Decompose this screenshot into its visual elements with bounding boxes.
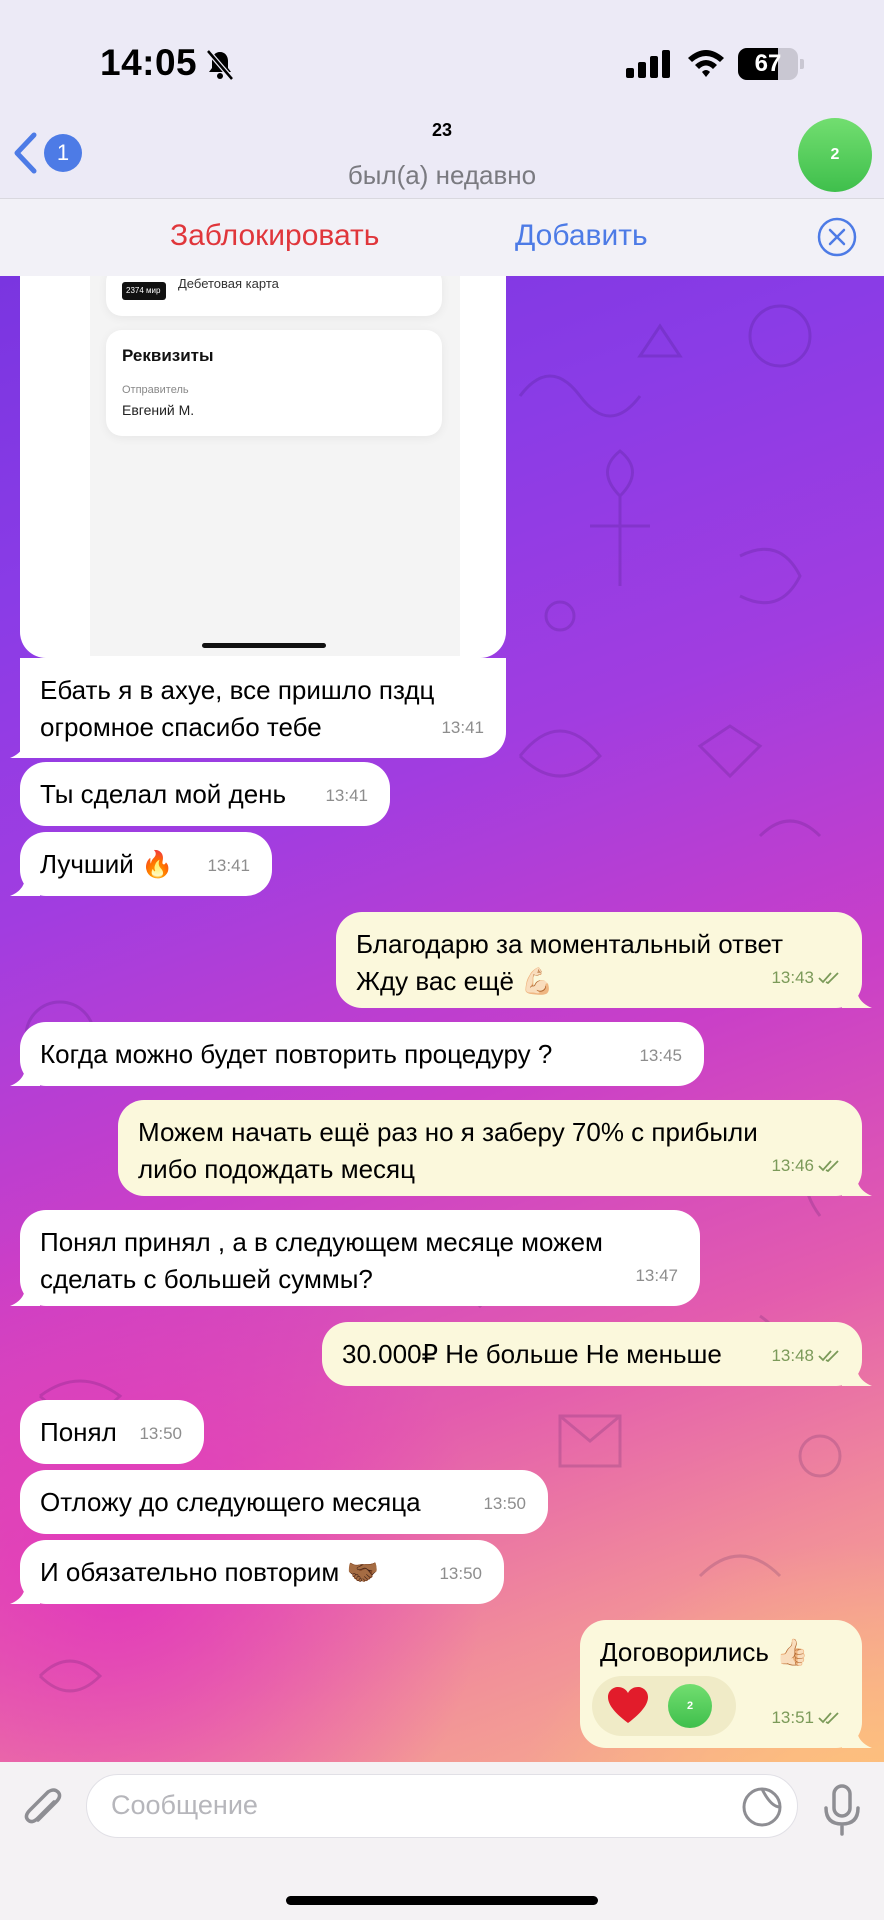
screenshot-sender-value: Евгений М. xyxy=(122,402,195,418)
screenshot-details-card: Реквизиты Отправитель Евгений М. xyxy=(106,330,442,436)
message-text: либо подождать месяц xyxy=(138,1154,416,1184)
message-text: огромное спасибо тебе xyxy=(40,712,322,742)
bubble-tail xyxy=(842,978,872,1008)
message-input-placeholder: Сообщение xyxy=(111,1790,258,1820)
message-input[interactable]: Сообщение xyxy=(86,1774,798,1838)
bubble-tail xyxy=(10,1276,40,1306)
message-text: сделать с большей суммы? xyxy=(40,1264,373,1294)
battery-percent: 67 xyxy=(754,50,782,77)
chat-last-seen: был(а) недавно xyxy=(347,160,537,190)
bell-muted-icon xyxy=(206,49,234,81)
sticker-icon[interactable] xyxy=(741,1786,783,1828)
message-time: 13:50 xyxy=(483,1494,526,1513)
message-input-bar: Сообщение xyxy=(0,1762,884,1920)
message-bubble[interactable]: Понял принял , а в следующем месяце може… xyxy=(10,1210,700,1306)
bubble-tail xyxy=(842,1356,872,1386)
message-status: 13:48 xyxy=(771,1337,840,1374)
message-time: 13:50 xyxy=(439,1564,482,1583)
message-text: Жду вас ещё 💪🏻 xyxy=(356,966,554,996)
reaction-avatar: 2 xyxy=(668,1684,712,1728)
double-check-icon xyxy=(818,1159,839,1172)
bubble-tail xyxy=(842,1718,872,1748)
message-text: Отложу до следующего месяца xyxy=(40,1487,421,1517)
message-text: Понял принял , а в следующем месяце може… xyxy=(40,1227,603,1257)
microphone-icon[interactable] xyxy=(820,1784,864,1838)
message-bubble[interactable]: Лучший 🔥 13:41 xyxy=(10,832,272,896)
clock: 14:05 xyxy=(100,42,198,83)
double-check-icon xyxy=(818,1711,839,1724)
message-bubble[interactable]: Ебать я в ахуе, все пришло пздц огромное… xyxy=(10,658,506,758)
close-icon[interactable] xyxy=(817,217,857,257)
message-time: 13:43 xyxy=(771,968,814,987)
message-bubble[interactable]: Понял 13:50 xyxy=(20,1400,204,1464)
message-status: 13:51 xyxy=(771,1699,840,1736)
screenshot-card-row: 2374 мир Дебетовая карта xyxy=(106,276,442,316)
double-check-icon xyxy=(818,971,839,984)
message-time: 13:41 xyxy=(207,856,250,875)
message-text: Когда можно будет повторить процедуру ? xyxy=(40,1039,553,1069)
bubble-tail xyxy=(10,1056,40,1086)
message-bubble[interactable]: Отложу до следующего месяца 13:50 xyxy=(20,1470,548,1534)
contact-action-bar: Заблокировать Добавить xyxy=(0,198,884,276)
message-status: 13:46 xyxy=(771,1147,840,1184)
screenshot-card-type: Дебетовая карта xyxy=(178,276,279,291)
bubble-tail xyxy=(10,866,40,896)
screenshot-sender-label: Отправитель xyxy=(122,384,189,396)
message-time: 13:48 xyxy=(771,1346,814,1365)
message-time: 13:47 xyxy=(635,1266,678,1285)
message-text: И обязательно повторим 🤝🏾 xyxy=(40,1557,379,1587)
message-bubble[interactable]: Благодарю за моментальный ответ Жду вас … xyxy=(336,912,872,1008)
message-text: Можем начать ещё раз но я заберу 70% с п… xyxy=(138,1117,758,1147)
message-text: 30.000₽ Не больше Не меньше xyxy=(342,1339,722,1369)
message-time: 13:41 xyxy=(325,786,368,805)
cellular-signal-icon xyxy=(626,50,670,78)
message-bubble[interactable]: Можем начать ещё раз но я заберу 70% с п… xyxy=(118,1100,872,1196)
message-time: 13:45 xyxy=(639,1046,682,1065)
message-time: 13:46 xyxy=(771,1156,814,1175)
message-text: Ты сделал мой день xyxy=(40,779,287,809)
contact-avatar[interactable]: 2 xyxy=(798,118,872,192)
wifi-icon xyxy=(688,50,724,77)
chat-title[interactable]: 23 xyxy=(0,120,884,141)
message-bubble[interactable]: Когда можно будет повторить процедуру ? … xyxy=(10,1022,704,1086)
block-button[interactable]: Заблокировать xyxy=(170,219,379,253)
screenshot-card-badge: 2374 мир xyxy=(122,282,166,300)
screenshot-details-title: Реквизиты xyxy=(122,346,214,365)
message-status: 13:43 xyxy=(771,959,840,996)
bubble-tail xyxy=(10,1574,40,1604)
bubble-tail xyxy=(842,1166,872,1196)
home-indicator xyxy=(286,1896,598,1905)
message-text: Благодарю за моментальный ответ xyxy=(356,929,784,959)
screenshot-home-indicator xyxy=(202,643,326,648)
message-time: 13:41 xyxy=(441,718,484,737)
screenshot-image-message[interactable]: 2374 мир Дебетовая карта Реквизиты Отпра… xyxy=(20,276,506,658)
message-time: 13:51 xyxy=(771,1708,814,1727)
double-check-icon xyxy=(818,1349,839,1362)
message-time: 13:50 xyxy=(139,1424,182,1443)
message-bubble[interactable]: И обязательно повторим 🤝🏾 13:50 xyxy=(10,1540,504,1604)
message-reaction[interactable]: 2 xyxy=(592,1676,736,1736)
bubble-tail xyxy=(10,728,40,758)
message-bubble[interactable]: Ты сделал мой день 13:41 xyxy=(20,762,390,826)
battery-indicator: 67 xyxy=(738,48,804,80)
paperclip-icon[interactable] xyxy=(18,1784,68,1834)
chat-header: 1 23 был(а) недавно 2 xyxy=(0,110,884,198)
status-bar: 14:05 67 xyxy=(0,0,884,110)
heart-reaction-icon xyxy=(608,1687,648,1723)
message-bubble[interactable]: 30.000₽ Не больше Не меньше 13:48 xyxy=(322,1322,872,1386)
message-text: Ебать я в ахуе, все пришло пздц xyxy=(40,675,435,705)
add-contact-button[interactable]: Добавить xyxy=(515,219,648,253)
message-text: Договорились 👍🏻 xyxy=(600,1637,809,1667)
